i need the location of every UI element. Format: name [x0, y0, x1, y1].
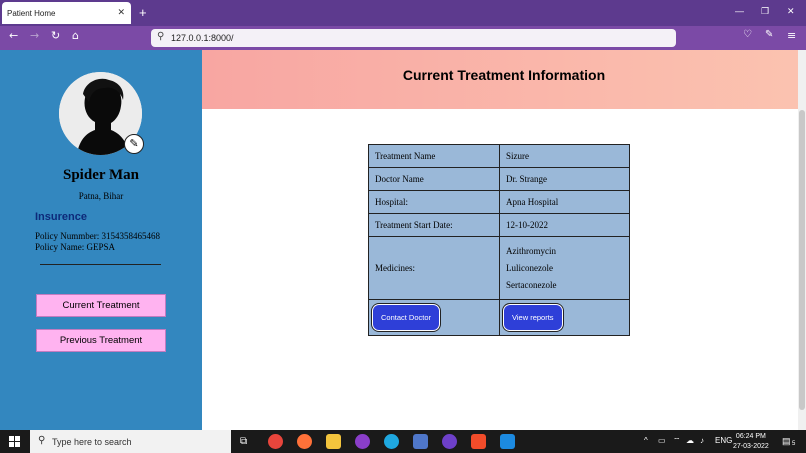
- chrome-icon[interactable]: [268, 434, 283, 449]
- row-label: Hospital:: [368, 190, 500, 214]
- view-reports-button[interactable]: View reports: [506, 307, 560, 328]
- medicines-label: Medicines:: [368, 236, 500, 300]
- clock-date: 27-03-2022: [733, 443, 769, 450]
- brave-icon[interactable]: [471, 434, 486, 449]
- address-bar[interactable]: ⚲ 127.0.0.1:8000/: [151, 29, 676, 47]
- clock-time: 06:24 PM: [735, 433, 766, 440]
- edit-photo-button[interactable]: ✎: [124, 134, 144, 154]
- page-title: Current Treatment Information: [402, 67, 606, 83]
- profile-sidebar: ✎ Spider Man Patna, Bihar Insurence Poli…: [0, 50, 202, 430]
- sidebar-divider: [40, 264, 161, 265]
- policy-name: Policy Name: GEPSA: [35, 242, 115, 252]
- onedrive-icon[interactable]: ☁: [686, 436, 694, 445]
- row-label: Treatment Name: [368, 144, 500, 168]
- minimize-icon[interactable]: —: [735, 6, 744, 16]
- volume-icon[interactable]: ♪: [700, 436, 704, 445]
- row-value: Sizure: [499, 144, 630, 168]
- medicine-item: Sertaconezole: [506, 279, 557, 290]
- browser-tab-bar: Patient Home ✕ + — ❐ ✕: [0, 0, 806, 26]
- medicines-list: Azithromycin Luliconezole Sertaconezole: [499, 236, 630, 300]
- current-treatment-button[interactable]: Current Treatment: [36, 294, 166, 317]
- menu-icon[interactable]: ≡: [787, 29, 796, 42]
- restore-icon[interactable]: ❐: [761, 6, 769, 17]
- firefox-icon[interactable]: [297, 434, 312, 449]
- table-row: Hospital: Apna Hospital: [368, 190, 630, 214]
- pocket-icon[interactable]: ♡: [743, 29, 752, 40]
- edge-icon[interactable]: [384, 434, 399, 449]
- scrollbar-thumb[interactable]: [799, 110, 805, 410]
- table-row: Contact Doctor View reports: [368, 299, 630, 336]
- search-icon: ⚲: [38, 435, 46, 446]
- vscode-icon[interactable]: [500, 434, 515, 449]
- language-indicator[interactable]: ENG: [715, 436, 732, 445]
- page-header: Current Treatment Information: [202, 50, 806, 109]
- patient-location: Patna, Bihar: [78, 191, 124, 201]
- notification-icon[interactable]: ▤: [782, 436, 791, 447]
- page-scrollbar[interactable]: [798, 50, 806, 430]
- file-explorer-icon[interactable]: [326, 434, 341, 449]
- battery-icon[interactable]: ▭: [658, 436, 666, 445]
- app-icon[interactable]: [413, 434, 428, 449]
- row-value: 12-10-2022: [499, 213, 630, 237]
- forward-icon[interactable]: →: [30, 29, 39, 42]
- browser-tab[interactable]: Patient Home ✕: [2, 2, 131, 24]
- tab-title: Patient Home: [7, 9, 56, 18]
- task-view-icon[interactable]: ⧉: [240, 436, 247, 447]
- table-row: Doctor Name Dr. Strange: [368, 167, 630, 191]
- contact-cell: Contact Doctor: [368, 299, 500, 336]
- windows-taskbar: ⚲ Type here to search ⧉ ^ ▭ ⌔ ☁ ♪ ENG 06…: [0, 430, 806, 453]
- insurance-heading: Insurence: [35, 211, 87, 223]
- close-window-icon[interactable]: ✕: [787, 6, 795, 17]
- close-tab-icon[interactable]: ✕: [117, 7, 125, 18]
- row-value: Apna Hospital: [499, 190, 630, 214]
- table-row: Medicines: Azithromycin Luliconezole Ser…: [368, 236, 630, 300]
- contact-doctor-button[interactable]: Contact Doctor: [375, 307, 438, 328]
- policy-number: Policy Nummber: 3154358465468: [35, 231, 160, 241]
- new-tab-icon[interactable]: +: [139, 5, 147, 20]
- tor-browser-icon[interactable]: [355, 434, 370, 449]
- taskbar-search-input[interactable]: ⚲ Type here to search: [30, 430, 231, 453]
- extension-icon[interactable]: ✎: [765, 29, 773, 40]
- medicine-item: Azithromycin: [506, 245, 556, 256]
- table-row: Treatment Start Date: 12-10-2022: [368, 213, 630, 237]
- search-icon: ⚲: [157, 31, 165, 42]
- chevron-up-icon[interactable]: ^: [644, 436, 648, 445]
- url-text: 127.0.0.1:8000/: [171, 33, 234, 43]
- windows-start-icon[interactable]: [9, 436, 20, 447]
- row-value: Dr. Strange: [499, 167, 630, 191]
- pencil-icon: ✎: [129, 138, 139, 150]
- previous-treatment-button[interactable]: Previous Treatment: [36, 329, 166, 352]
- browser-nav-bar: ← → ↻ ⌂ ⚲ 127.0.0.1:8000/ ♡ ✎ ≡: [0, 26, 806, 50]
- search-placeholder: Type here to search: [52, 437, 132, 447]
- github-desktop-icon[interactable]: [442, 434, 457, 449]
- clock[interactable]: 06:24 PM 27-03-2022: [733, 432, 769, 452]
- network-icon[interactable]: ⌔: [673, 436, 681, 446]
- back-icon[interactable]: ←: [9, 29, 18, 42]
- treatment-table: Treatment Name Sizure Doctor Name Dr. St…: [368, 144, 630, 336]
- patient-name: Spider Man: [63, 167, 139, 183]
- table-row: Treatment Name Sizure: [368, 144, 630, 168]
- reports-cell: View reports: [499, 299, 630, 336]
- notification-count: 5: [792, 441, 796, 447]
- medicine-item: Luliconezole: [506, 262, 553, 273]
- row-label: Treatment Start Date:: [368, 213, 500, 237]
- home-icon[interactable]: ⌂: [72, 29, 79, 42]
- reload-icon[interactable]: ↻: [51, 29, 60, 42]
- row-label: Doctor Name: [368, 167, 500, 191]
